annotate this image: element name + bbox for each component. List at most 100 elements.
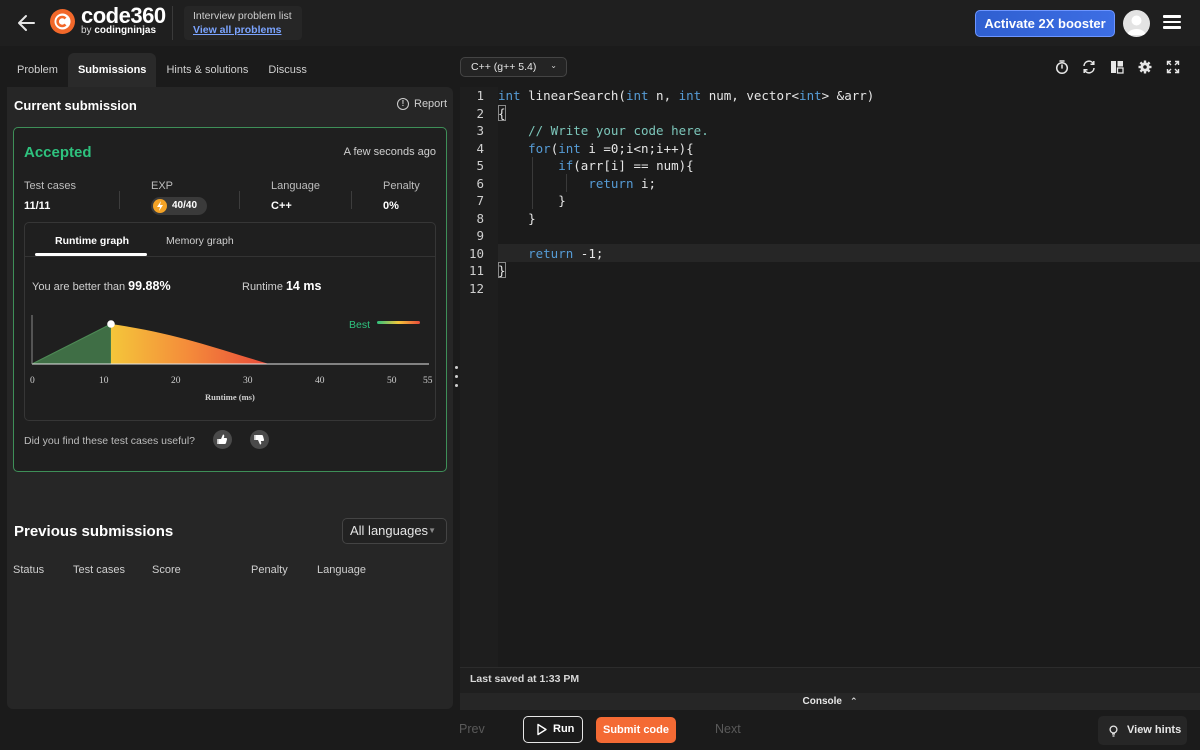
- current-submission-title: Current submission: [14, 98, 137, 113]
- code-editor[interactable]: 1 2 3 4 5 6 7 8 9 10 11 12 int linearSea…: [460, 87, 1200, 667]
- line-number: 5: [476, 158, 484, 173]
- view-hints-button[interactable]: View hints: [1098, 716, 1187, 745]
- run-button[interactable]: Run: [523, 716, 583, 743]
- code-token: i;: [633, 175, 657, 191]
- submissions-panel: Current submission ! Report Accepted A f…: [7, 87, 453, 709]
- activate-booster-button[interactable]: Activate 2X booster: [975, 10, 1115, 37]
- hamburger-menu-icon[interactable]: [1163, 13, 1183, 33]
- line-number: 12: [468, 280, 484, 296]
- code-line: if(arr[i] == num){: [498, 157, 694, 175]
- tab-runtime-graph[interactable]: Runtime graph: [55, 235, 129, 247]
- code-token: i =0;i<n;i++){: [580, 140, 694, 156]
- thumbs-up-icon[interactable]: [213, 430, 232, 449]
- console-toggle[interactable]: Console ⌃: [460, 693, 1200, 710]
- line-number: 11: [468, 263, 484, 278]
- language-select[interactable]: C++ (g++ 5.4) ⌄: [460, 57, 567, 77]
- previous-submissions-title: Previous submissions: [14, 523, 174, 540]
- tab-discuss[interactable]: Discuss: [258, 53, 317, 87]
- current-runtime-marker: [107, 320, 115, 328]
- divider: [239, 191, 240, 209]
- back-arrow-icon[interactable]: [14, 11, 40, 35]
- line-number: 9: [476, 228, 484, 243]
- submission-time: A few seconds ago: [343, 146, 436, 158]
- language-filter-dropdown[interactable]: All languages ▼: [342, 518, 447, 544]
- next-button[interactable]: Next: [715, 722, 741, 736]
- code-token: int: [498, 88, 521, 103]
- view-hints-label: View hints: [1127, 724, 1182, 736]
- prev-button[interactable]: Prev: [459, 722, 485, 736]
- language-value: C++: [271, 200, 292, 212]
- thumbs-down-icon[interactable]: [250, 430, 269, 449]
- tick-0: 0: [30, 376, 35, 386]
- code-line: }: [498, 210, 536, 226]
- runtime-graph-card: Runtime graph Memory graph You are bette…: [24, 222, 436, 421]
- top-bar: code360 by codingninjas Interview proble…: [0, 0, 1200, 46]
- divider: [119, 191, 120, 209]
- exp-label: EXP: [151, 180, 174, 192]
- chevron-up-icon: ⌃: [849, 696, 858, 706]
- editor-status-bar: Last saved at 1:33 PM: [460, 667, 1200, 693]
- problem-list-label: Interview problem list: [193, 10, 292, 22]
- settings-gear-icon[interactable]: [1136, 58, 1154, 76]
- tab-submissions[interactable]: Submissions: [67, 53, 157, 87]
- problem-tabs: Problem Submissions Hints & solutions Di…: [7, 53, 317, 87]
- better-than-value: 99.88%: [128, 279, 171, 293]
- panel-resize-handle[interactable]: [454, 366, 459, 392]
- avatar-icon[interactable]: [1123, 10, 1150, 37]
- column-status: Status: [13, 564, 45, 576]
- code-token: return: [528, 245, 574, 261]
- code-token: (arr[i] == num){: [573, 158, 694, 173]
- code-token: linearSearch(: [520, 88, 626, 103]
- chart-area-better: [31, 323, 112, 365]
- code-token: if: [558, 158, 574, 173]
- penalty-label: Penalty: [383, 180, 420, 192]
- legend-best-bar: [377, 321, 420, 324]
- console-label: Console: [802, 696, 842, 707]
- code-line: return i;: [498, 175, 656, 193]
- timer-icon[interactable]: [1053, 58, 1071, 76]
- submission-result-card: Accepted A few seconds ago Test cases 11…: [13, 127, 447, 472]
- better-than-text: You are better than 99.88%: [32, 279, 171, 293]
- report-button[interactable]: ! Report: [397, 98, 447, 110]
- code-token: n,: [648, 88, 679, 103]
- refresh-icon[interactable]: [1080, 58, 1098, 76]
- legend-best: Best: [349, 319, 370, 331]
- test-cases-value: 11/11: [24, 200, 51, 212]
- layout-icon[interactable]: [1108, 58, 1126, 76]
- tab-memory-graph[interactable]: Memory graph: [166, 235, 234, 247]
- line-number: 3: [476, 123, 484, 138]
- code-token: int: [678, 88, 702, 103]
- tick-40: 40: [315, 376, 325, 386]
- runtime-distribution-chart: Best 0 10 20 30 40 50 55 Runtime (ms): [30, 315, 433, 402]
- divider: [25, 256, 435, 257]
- logo-by: by: [81, 25, 92, 36]
- column-language: Language: [317, 564, 366, 576]
- fullscreen-icon[interactable]: [1164, 58, 1182, 76]
- tab-problem[interactable]: Problem: [7, 53, 68, 87]
- view-all-problems-link[interactable]: View all problems: [193, 23, 293, 37]
- divider: [172, 6, 173, 40]
- test-cases-label: Test cases: [24, 180, 76, 192]
- feedback-question: Did you find these test cases useful?: [24, 435, 196, 447]
- chart-x-label: Runtime (ms): [205, 392, 255, 402]
- column-score: Score: [152, 564, 181, 576]
- lightning-coin-icon: [153, 199, 167, 213]
- code-line: for(int i =0;i<n;i++){: [498, 140, 694, 158]
- tab-hints-solutions[interactable]: Hints & solutions: [156, 53, 258, 87]
- lightbulb-icon: [1109, 725, 1118, 737]
- run-label: Run: [553, 723, 575, 735]
- code-line: int linearSearch(int n, int num, vector<…: [498, 87, 874, 105]
- code-text-area[interactable]: int linearSearch(int n, int num, vector<…: [498, 87, 1200, 667]
- info-icon: !: [397, 98, 409, 110]
- code-line: }: [498, 193, 566, 208]
- line-number: 7: [476, 193, 484, 208]
- logo-subtitle: by codingninjas: [81, 26, 156, 36]
- submit-code-button[interactable]: Submit code: [596, 717, 676, 743]
- chart-area-worse: [111, 324, 269, 364]
- runtime-label: Runtime: [242, 281, 283, 293]
- code-token: int: [799, 88, 822, 103]
- code-token: int: [625, 88, 649, 103]
